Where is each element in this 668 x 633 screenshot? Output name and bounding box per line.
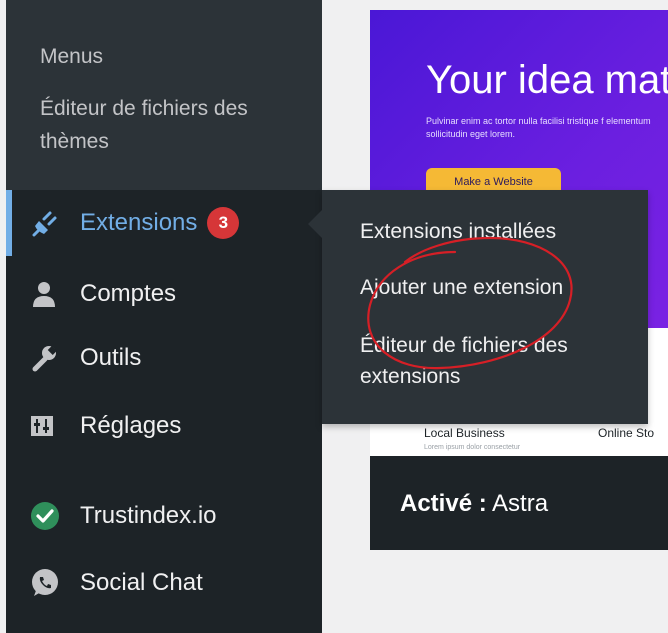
flyout-item-installed[interactable]: Extensions installées [360, 216, 640, 247]
active-theme-prefix: Activé : [400, 490, 487, 517]
flyout-item-add-new[interactable]: Ajouter une extension [360, 272, 640, 303]
extensions-flyout-submenu: Extensions installées Ajouter une extens… [308, 190, 648, 424]
submenu-theme-file-editor[interactable]: Éditeur de fichiers des thèmes [40, 92, 310, 158]
menu-item-reglages[interactable]: Réglages [30, 406, 181, 446]
wrench-icon [30, 343, 70, 373]
flyout-pointer [308, 210, 322, 238]
active-theme-bar: Activé : Astra [370, 456, 668, 550]
menu-label-comptes: Comptes [80, 280, 177, 307]
user-icon [30, 279, 70, 309]
settings-sliders-icon [30, 411, 70, 441]
active-theme-name: Astra [492, 490, 549, 517]
admin-menu: Extensions 3 Comptes Outils Réglages Tru… [6, 190, 322, 633]
plugin-icon [30, 208, 70, 238]
menu-item-extensions[interactable]: Extensions 3 [30, 203, 240, 243]
menu-label-outils: Outils [80, 344, 142, 371]
menu-item-social-chat[interactable]: Social Chat [30, 563, 203, 603]
update-count-badge: 3 [207, 207, 240, 239]
menu-label-extensions: Extensions [80, 209, 198, 236]
card-snippet: Lorem ipsum dolor consectetur [424, 444, 521, 451]
active-theme-label: Activé : Astra [400, 490, 548, 518]
card-title-local-business: Local Business [424, 426, 505, 440]
menu-item-comptes[interactable]: Comptes [30, 274, 176, 314]
active-indicator [6, 190, 12, 256]
flyout-item-plugin-editor[interactable]: Éditeur de fichiers des extensions [360, 330, 640, 392]
menu-item-trustindex[interactable]: Trustindex.io [30, 496, 217, 536]
hero-description: Pulvinar enim ac tortor nulla facilisi t… [426, 116, 651, 139]
trustindex-check-icon [30, 501, 70, 531]
menu-label-social-chat: Social Chat [80, 569, 203, 596]
menu-item-outils[interactable]: Outils [30, 338, 141, 378]
whatsapp-icon [30, 568, 70, 598]
menu-label-reglages: Réglages [80, 412, 182, 439]
menu-label-trustindex: Trustindex.io [80, 502, 217, 529]
hero-headline: Your idea matt [426, 58, 668, 102]
submenu-menus[interactable]: Menus [40, 40, 103, 73]
card-title-online-store: Online Sto [598, 426, 655, 440]
